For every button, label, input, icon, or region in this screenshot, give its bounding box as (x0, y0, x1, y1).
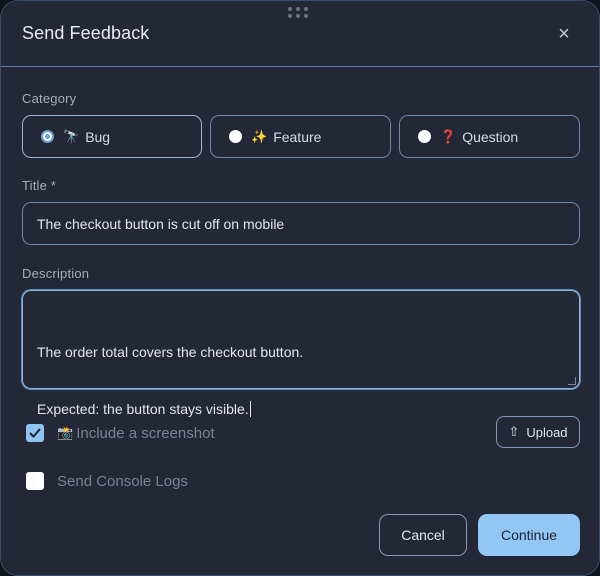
description-line: The order total covers the checkout butt… (37, 344, 304, 360)
include-screenshot-option: 📸 Include a screenshot (26, 424, 215, 442)
text-caret (249, 401, 251, 417)
send-feedback-dialog: Send Feedback × Category 🔭 Bug ✨ Feature… (0, 0, 600, 576)
include-screenshot-checkbox[interactable] (26, 424, 44, 442)
description-textarea[interactable]: The order total covers the checkout butt… (22, 290, 580, 417)
close-icon: × (558, 22, 570, 45)
description-label: Description (22, 266, 90, 281)
continue-label: Continue (500, 527, 558, 543)
category-option-bug[interactable]: 🔭 Bug (22, 115, 202, 158)
radio-question[interactable] (418, 130, 431, 143)
radio-bug[interactable] (41, 130, 54, 143)
send-console-logs-label: Send Console Logs (57, 472, 188, 490)
telescope-icon: 🔭 (63, 128, 80, 144)
dialog-title: Send Feedback (22, 23, 150, 43)
description-line: Expected: the button stays visible. (37, 401, 249, 417)
close-button[interactable]: × (551, 21, 577, 47)
question-icon: ❓ (440, 128, 457, 144)
category-option-question[interactable]: ❓ Question (399, 115, 580, 158)
category-option-feature[interactable]: ✨ Feature (210, 115, 391, 158)
send-console-logs-option: Send Console Logs (26, 472, 188, 490)
include-screenshot-label: Include a screenshot (76, 424, 215, 442)
send-console-logs-checkbox[interactable] (26, 472, 44, 490)
title-input-value: The checkout button is cut off on mobile (37, 215, 285, 232)
checkmark-icon (29, 428, 41, 438)
title-label: Title * (22, 178, 57, 193)
continue-button[interactable]: Continue (478, 514, 580, 556)
radio-feature[interactable] (229, 130, 242, 143)
category-label: Category (22, 91, 77, 106)
category-option-label: Bug (85, 128, 111, 145)
dialog-header: Send Feedback × (1, 1, 599, 67)
camera-icon: 📸 (57, 425, 74, 440)
title-input[interactable]: The checkout button is cut off on mobile (22, 202, 580, 245)
upload-button[interactable]: ⇧ Upload (496, 416, 580, 448)
category-option-label: Feature (273, 128, 322, 145)
resize-grip-icon[interactable] (568, 377, 576, 385)
upload-label: Upload (526, 424, 568, 440)
cancel-button[interactable]: Cancel (379, 514, 467, 556)
sparkles-icon: ✨ (251, 128, 268, 144)
upload-icon: ⇧ (508, 424, 520, 439)
category-option-label: Question (462, 128, 519, 145)
cancel-label: Cancel (401, 527, 445, 543)
